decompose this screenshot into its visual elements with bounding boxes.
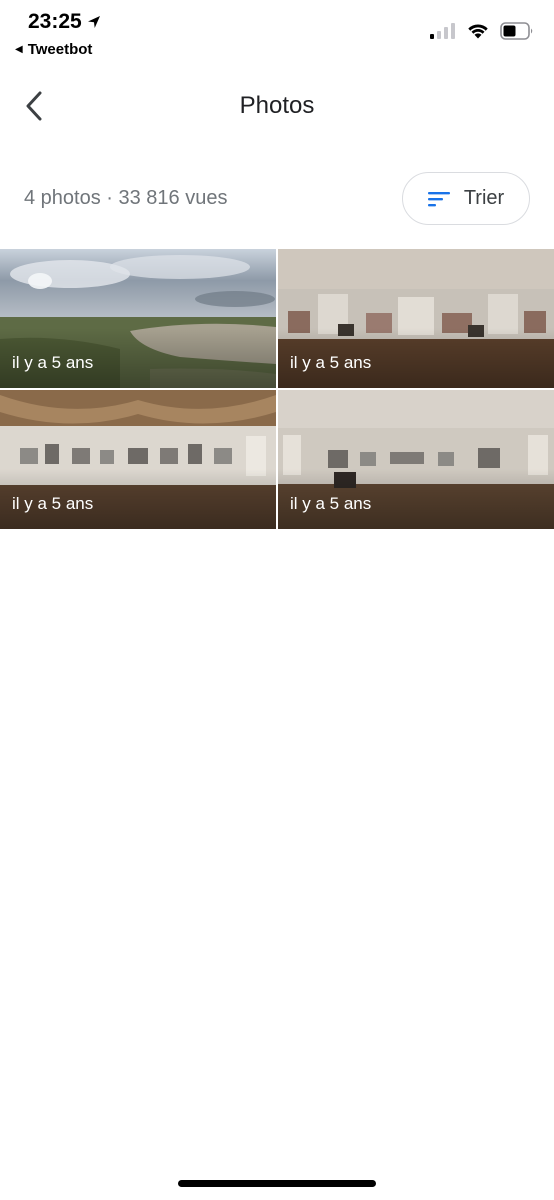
clock: 23:25 xyxy=(28,10,82,33)
sort-lines-icon xyxy=(427,191,450,206)
status-icons xyxy=(430,22,534,40)
back-triangle-icon: ◀ xyxy=(15,44,23,55)
page-title: Photos xyxy=(239,92,315,119)
back-to-app[interactable]: ◀ Tweetbot xyxy=(15,41,92,58)
signal-icon xyxy=(430,23,455,39)
battery-icon xyxy=(500,22,533,40)
photo-tile[interactable]: il y a 5 ans xyxy=(278,390,554,529)
location-arrow-icon xyxy=(87,16,100,28)
home-indicator[interactable] xyxy=(178,1180,376,1187)
sort-button[interactable]: Trier xyxy=(402,172,530,225)
photo-age-label: il y a 5 ans xyxy=(290,353,372,372)
photo-tile[interactable]: il y a 5 ans xyxy=(0,390,276,529)
photo-age-label: il y a 5 ans xyxy=(290,494,372,513)
photo-age-label: il y a 5 ans xyxy=(12,494,94,513)
screen: 23:25 ◀ Tweetbot Photos 4 photos · 33 81… xyxy=(0,0,554,1200)
photo-tile[interactable]: il y a 5 ans xyxy=(278,249,554,388)
photo-grid: il y a 5 ans il y a 5 ans il y a 5 ans i… xyxy=(0,249,554,529)
photo-age-label: il y a 5 ans xyxy=(12,353,94,372)
wifi-icon xyxy=(468,24,488,39)
photo-count-summary: 4 photos · 33 816 vues xyxy=(24,187,228,209)
back-app-label: Tweetbot xyxy=(27,41,93,58)
sort-label: Trier xyxy=(463,187,505,209)
photo-tile[interactable]: il y a 5 ans xyxy=(0,249,276,388)
status-time: 23:25 xyxy=(28,10,102,34)
